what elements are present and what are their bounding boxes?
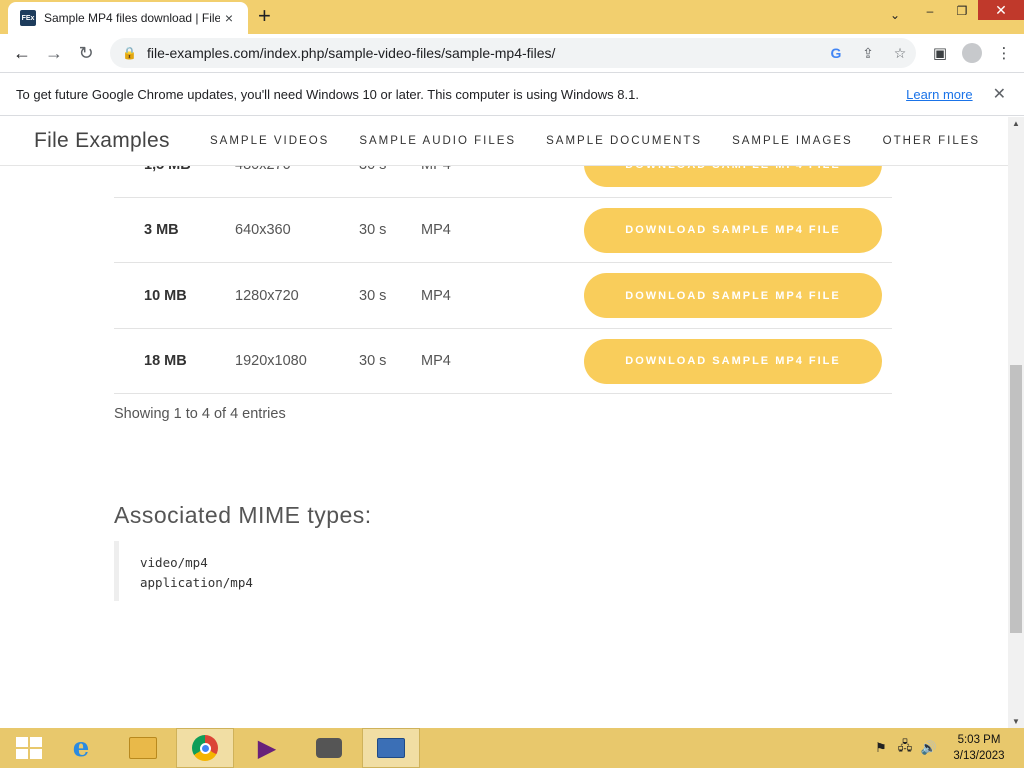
files-table: 1,5 MB 480x270 30 s MP4 DOWNLOAD SAMPLE … xyxy=(114,132,892,394)
keyboard-app-icon xyxy=(377,738,405,758)
format-cell: MP4 xyxy=(421,287,451,304)
url-text[interactable]: file-examples.com/index.php/sample-video… xyxy=(147,45,820,61)
site-header: File Examples SAMPLE VIDEOS SAMPLE AUDIO… xyxy=(0,117,1008,166)
clock-date: 3/13/2023 xyxy=(953,750,1005,762)
close-tab-icon[interactable]: × xyxy=(220,10,238,26)
action-center-flag-icon[interactable]: ⚑ xyxy=(872,740,890,756)
infobar-message: To get future Google Chrome updates, you… xyxy=(16,86,639,102)
download-button[interactable]: DOWNLOAD SAMPLE MP4 FILE xyxy=(584,338,882,384)
window-controls: – ❐ ✕ xyxy=(914,0,1024,34)
format-cell: MP4 xyxy=(421,353,451,369)
site-nav: SAMPLE VIDEOS SAMPLE AUDIO FILES SAMPLE … xyxy=(210,135,980,147)
table-row: 10 MB 1280x720 30 s MP4 DOWNLOAD SAMPLE … xyxy=(114,263,892,329)
mime-type: application/mp4 xyxy=(140,575,253,590)
robot-app-icon xyxy=(316,738,342,758)
table-row: 18 MB 1920x1080 30 s MP4 DOWNLOAD SAMPLE… xyxy=(114,329,892,394)
system-tray: ⚑ 🖧 🔊 xyxy=(872,728,938,768)
duration-cell: 30 s xyxy=(359,353,387,369)
nav-sample-images[interactable]: SAMPLE IMAGES xyxy=(732,135,853,147)
taskbar-chrome[interactable] xyxy=(176,728,234,768)
resolution-cell: 1280x720 xyxy=(235,287,299,304)
nav-sample-documents[interactable]: SAMPLE DOCUMENTS xyxy=(546,135,702,147)
windows-logo-icon xyxy=(16,737,42,759)
resolution-cell: 1920x1080 xyxy=(235,353,307,369)
google-lens-icon[interactable]: G xyxy=(820,45,852,61)
side-panel-icon[interactable]: ▣ xyxy=(924,44,956,62)
file-size-cell: 10 MB xyxy=(144,287,187,304)
download-button[interactable]: DOWNLOAD SAMPLE MP4 FILE xyxy=(584,207,882,253)
lock-icon[interactable]: 🔒 xyxy=(122,46,137,60)
taskbar-app-robot[interactable] xyxy=(300,728,358,768)
format-cell: MP4 xyxy=(421,222,451,238)
minimize-icon[interactable]: – xyxy=(914,0,946,22)
chrome-menu-icon[interactable]: ⋮ xyxy=(988,44,1020,62)
scroll-thumb[interactable] xyxy=(1010,365,1022,633)
tab-title: Sample MP4 files download | File xyxy=(44,11,220,25)
internet-explorer-icon: e xyxy=(72,733,90,763)
site-logo[interactable]: File Examples xyxy=(34,129,170,153)
duration-cell: 30 s xyxy=(359,287,387,304)
back-arrow-icon[interactable]: ← xyxy=(6,37,38,69)
learn-more-link[interactable]: Learn more xyxy=(906,87,972,102)
address-bar[interactable]: 🔒 file-examples.com/index.php/sample-vid… xyxy=(110,38,916,68)
new-tab-icon[interactable]: + xyxy=(258,5,271,27)
nav-sample-videos[interactable]: SAMPLE VIDEOS xyxy=(210,135,329,147)
mime-type: video/mp4 xyxy=(140,555,208,570)
table-info: Showing 1 to 4 of 4 entries xyxy=(114,406,286,422)
duration-cell: 30 s xyxy=(359,222,387,238)
visual-studio-icon: ▶ xyxy=(257,734,277,762)
volume-icon[interactable]: 🔊 xyxy=(920,740,938,756)
restore-icon[interactable]: ❐ xyxy=(946,0,978,22)
infobar-close-icon[interactable]: ✕ xyxy=(993,84,1006,104)
mime-code-block: video/mp4 application/mp4 xyxy=(114,541,314,601)
taskbar: e ▶ ⚑ 🖧 🔊 5:03 PM 3/13/2023 xyxy=(0,728,1024,768)
reload-icon[interactable]: ↻ xyxy=(70,37,102,69)
mime-heading: Associated MIME types: xyxy=(114,502,372,528)
page-viewport: 1,5 MB 480x270 30 s MP4 DOWNLOAD SAMPLE … xyxy=(0,117,1008,728)
nav-other-files[interactable]: OTHER FILES xyxy=(883,135,980,147)
file-size-cell: 3 MB xyxy=(144,222,179,238)
network-icon[interactable]: 🖧 xyxy=(896,737,914,759)
table-row: 3 MB 640x360 30 s MP4 DOWNLOAD SAMPLE MP… xyxy=(114,198,892,263)
browser-tab-active[interactable]: FEx Sample MP4 files download | File × xyxy=(8,2,248,34)
folder-icon xyxy=(129,737,157,759)
scroll-up-icon[interactable]: ▲ xyxy=(1008,119,1024,128)
resolution-cell: 640x360 xyxy=(235,222,291,238)
forward-arrow-icon[interactable]: → xyxy=(38,37,70,69)
taskbar-visual-studio[interactable]: ▶ xyxy=(238,728,296,768)
start-button[interactable] xyxy=(0,728,58,768)
site-favicon-icon: FEx xyxy=(20,10,36,26)
download-button[interactable]: DOWNLOAD SAMPLE MP4 FILE xyxy=(584,273,882,318)
clock-time: 5:03 PM xyxy=(957,734,1001,746)
scroll-down-icon[interactable]: ▼ xyxy=(1008,717,1024,726)
profile-avatar-icon[interactable] xyxy=(962,43,982,63)
chrome-icon xyxy=(192,735,218,761)
taskbar-internet-explorer[interactable]: e xyxy=(52,728,110,768)
file-size-cell: 18 MB xyxy=(144,353,187,369)
taskbar-on-screen-keyboard[interactable] xyxy=(362,728,420,768)
share-icon[interactable]: ⇪ xyxy=(852,45,884,62)
nav-sample-audio-files[interactable]: SAMPLE AUDIO FILES xyxy=(359,135,516,147)
page-scrollbar[interactable]: ▲ ▼ xyxy=(1008,117,1024,728)
system-clock[interactable]: 5:03 PM 3/13/2023 xyxy=(944,732,1014,764)
tab-search-chevron-icon[interactable]: ⌄ xyxy=(890,8,900,22)
taskbar-file-explorer[interactable] xyxy=(114,728,172,768)
close-window-icon[interactable]: ✕ xyxy=(978,0,1024,20)
toolbar-right: ▣ ⋮ xyxy=(924,38,1020,68)
browser-toolbar: ← → ↻ 🔒 file-examples.com/index.php/samp… xyxy=(0,34,1024,72)
bookmark-star-icon[interactable]: ☆ xyxy=(884,45,916,62)
update-infobar: To get future Google Chrome updates, you… xyxy=(0,72,1024,116)
tab-strip: FEx Sample MP4 files download | File × +… xyxy=(0,0,1024,34)
